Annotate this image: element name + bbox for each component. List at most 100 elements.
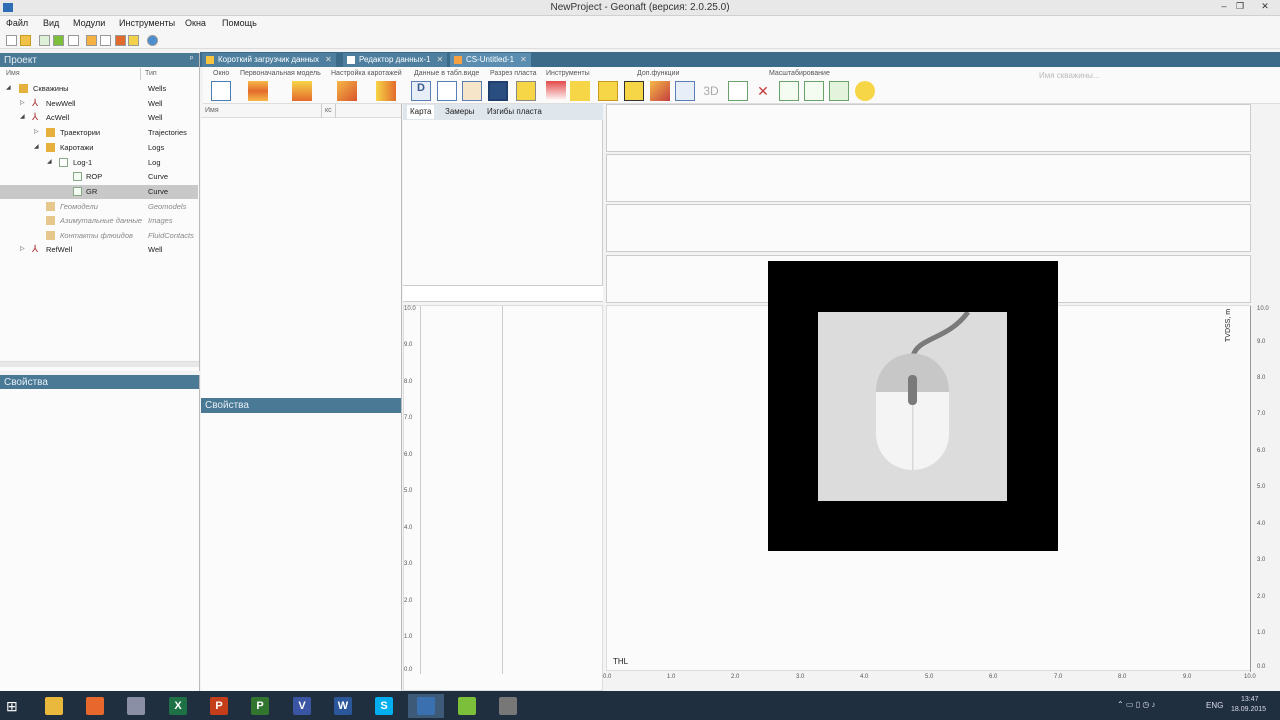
maximize-button[interactable]: ❐ xyxy=(1233,1,1247,13)
tab-bends[interactable]: Изгибы пласта xyxy=(487,107,542,116)
tree-item-geomodels[interactable]: Геомодели Geomodels xyxy=(0,200,198,214)
zoom-extent-icon[interactable] xyxy=(804,81,824,101)
depth-icon[interactable]: D xyxy=(411,81,431,101)
curve-table-icon[interactable] xyxy=(462,81,482,101)
comment-icon[interactable] xyxy=(624,81,644,101)
taskbar-app-9[interactable] xyxy=(408,694,444,718)
clock-time[interactable]: 13:47 xyxy=(1241,696,1259,703)
layers-icon[interactable] xyxy=(675,81,695,101)
import-icon[interactable] xyxy=(53,35,64,46)
taskbar-app-6[interactable]: V xyxy=(284,694,320,718)
menu-file[interactable]: Файл xyxy=(6,18,28,28)
menu-help[interactable]: Помощь xyxy=(222,18,257,28)
col-name[interactable]: Имя xyxy=(6,70,20,77)
taskbar-app-11[interactable] xyxy=(490,694,526,718)
pin-icon[interactable]: ᵖ xyxy=(190,54,193,63)
tab-map[interactable]: Карта xyxy=(407,105,435,119)
close-tab-icon[interactable]: ✕ xyxy=(520,55,527,64)
menu-view[interactable]: Вид xyxy=(43,18,59,28)
close-tab-icon[interactable]: ✕ xyxy=(325,55,332,64)
grid-icon[interactable] xyxy=(100,35,111,46)
tree-item-fluid-contacts[interactable]: Контакты флюидов FluidContacts xyxy=(0,229,198,243)
new-file-icon[interactable] xyxy=(6,35,17,46)
tree-item-trajectories[interactable]: ▷ Траектории Trajectories xyxy=(0,126,198,140)
expand-icon[interactable]: ▷ xyxy=(20,99,25,106)
section-grid-icon[interactable] xyxy=(516,81,536,101)
taskbar-app-8[interactable]: S xyxy=(366,694,402,718)
taskbar-app-10[interactable] xyxy=(449,694,485,718)
expand-icon[interactable]: ▷ xyxy=(34,128,39,135)
collapse-icon[interactable]: ◢ xyxy=(6,84,11,91)
col-type[interactable]: Тип xyxy=(145,70,157,77)
section-active-icon[interactable] xyxy=(488,81,508,101)
tree-item-acwell[interactable]: ◢ ⅄ AcWell Well xyxy=(0,111,198,125)
zoom-accept-icon[interactable] xyxy=(829,81,849,101)
model-import-icon[interactable] xyxy=(292,81,312,101)
menu-tools[interactable]: Инструменты xyxy=(119,18,175,28)
taskbar-app-7[interactable]: W xyxy=(325,694,361,718)
tab-data-editor[interactable]: Редактор данных-1 ✕ xyxy=(343,53,448,67)
tree-item-logs[interactable]: ◢ Каротажи Logs xyxy=(0,141,198,155)
note-icon[interactable] xyxy=(598,81,618,101)
zoom-curve-icon[interactable] xyxy=(728,81,748,101)
tab-cross-section[interactable]: CS-Untitled-1 ✕ xyxy=(450,53,531,67)
clock-date[interactable]: 18.09.2015 xyxy=(1231,706,1266,713)
minimize-button[interactable]: – xyxy=(1217,1,1231,13)
3d-button[interactable]: 3D xyxy=(701,81,721,101)
taskbar-app-2[interactable] xyxy=(118,694,154,718)
log-settings-icon[interactable] xyxy=(337,81,357,101)
menu-windows[interactable]: Окна xyxy=(185,18,206,28)
tree-item-wells[interactable]: ◢ Скважины Wells xyxy=(0,82,198,96)
start-button[interactable]: ⊞ xyxy=(6,698,22,714)
zoom-fit-icon[interactable] xyxy=(779,81,799,101)
taskbar-app-4[interactable]: P xyxy=(201,694,237,718)
track-panel-1[interactable] xyxy=(606,104,1251,152)
well-name-input[interactable]: Имя скважины... xyxy=(1039,71,1100,80)
x-axis-label: THL xyxy=(613,657,629,666)
tray-icons[interactable]: ⌃ ▭ ▯ ◷ ♪ xyxy=(1117,700,1156,709)
zoom-add-icon[interactable] xyxy=(855,81,875,101)
table-view-icon[interactable] xyxy=(437,81,457,101)
collapse-icon[interactable]: ◢ xyxy=(20,113,25,120)
chart-icon[interactable] xyxy=(115,35,126,46)
log-arrow-icon[interactable] xyxy=(376,81,396,101)
window-icon[interactable] xyxy=(211,81,231,101)
angle-icon[interactable] xyxy=(570,81,590,101)
menu-modules[interactable]: Модули xyxy=(73,18,105,28)
track-panel-3[interactable] xyxy=(606,204,1251,252)
section-icon[interactable] xyxy=(86,35,97,46)
tree-item-refwell[interactable]: ▷ ⅄ RefWell Well xyxy=(0,243,198,257)
taskbar-app-3[interactable]: X xyxy=(160,694,196,718)
layers-icon[interactable] xyxy=(128,35,139,46)
open-folder-icon[interactable] xyxy=(20,35,31,46)
gear-icon[interactable] xyxy=(147,35,158,46)
close-tab-icon[interactable]: ✕ xyxy=(436,55,443,64)
close-button[interactable]: ✕ xyxy=(1258,1,1272,13)
brush-icon[interactable] xyxy=(650,81,670,101)
horizontal-scrollbar[interactable] xyxy=(0,361,199,367)
tree-item-rop[interactable]: ROP Curve xyxy=(0,170,198,184)
track-panel-2[interactable] xyxy=(606,154,1251,202)
col-name[interactable]: Имя xyxy=(205,107,219,114)
tree-item-gr[interactable]: GR Curve xyxy=(0,185,198,199)
depth-track[interactable]: 10.0 9.0 8.0 7.0 6.0 5.0 4.0 3.0 2.0 1.0… xyxy=(403,305,603,691)
tree-item-azimuthal[interactable]: Азимутальные данные Images xyxy=(0,214,198,228)
col-short[interactable]: кс xyxy=(325,107,332,114)
table-icon[interactable] xyxy=(68,35,79,46)
marker-icon[interactable] xyxy=(546,81,566,101)
taskbar-app-5[interactable]: P xyxy=(242,694,278,718)
tab-quick-loader[interactable]: Короткий загрузчик данных ✕ xyxy=(202,53,336,67)
input-language[interactable]: ENG xyxy=(1206,701,1223,710)
collapse-icon[interactable]: ◢ xyxy=(47,158,52,165)
tree-item-log1[interactable]: ◢ Log-1 Log xyxy=(0,156,198,170)
tab-measurements[interactable]: Замеры xyxy=(445,107,474,116)
collapse-icon[interactable]: ◢ xyxy=(34,143,39,150)
add-icon[interactable] xyxy=(39,35,50,46)
expand-icon[interactable]: ▷ xyxy=(20,245,25,252)
x-tick-label: 10.0 xyxy=(1244,674,1256,680)
tree-item-newwell[interactable]: ▷ ⅄ NewWell Well xyxy=(0,97,198,111)
zoom-cancel-icon[interactable]: ✕ xyxy=(753,81,773,101)
taskbar-app-1[interactable] xyxy=(77,694,113,718)
taskbar-app-0[interactable] xyxy=(36,694,72,718)
model-icon[interactable] xyxy=(248,81,268,101)
